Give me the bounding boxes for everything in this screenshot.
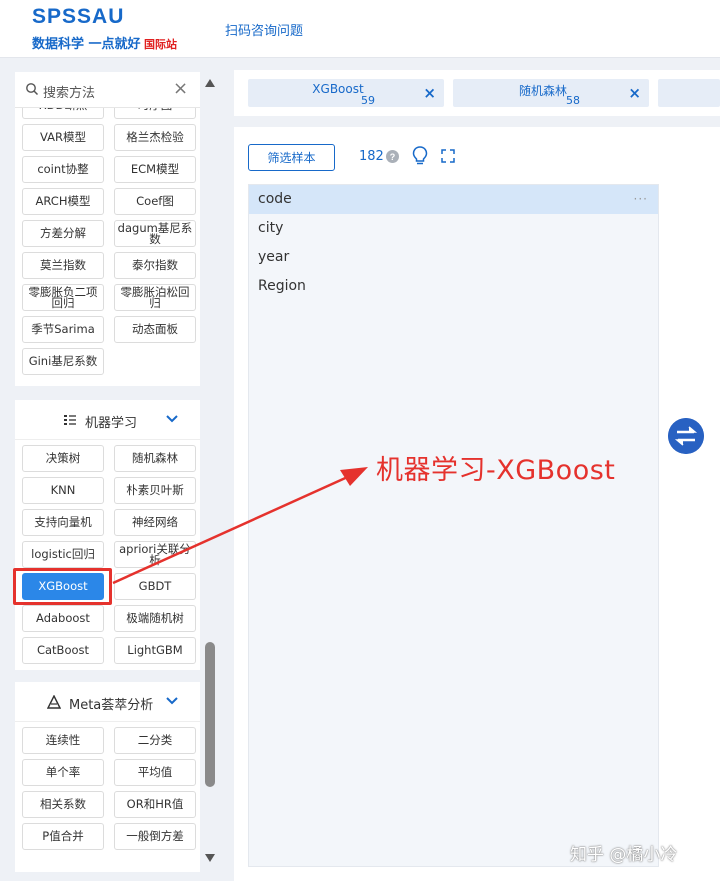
variable-panel: 筛选样本 182 ? code ··· city year Region (234, 127, 720, 881)
method-button[interactable]: 方差分解 (22, 220, 104, 247)
annotation-label: 机器学习-XGBoost (376, 455, 616, 486)
chevron-down-icon[interactable] (165, 414, 179, 424)
section-divider (15, 670, 200, 682)
variable-item[interactable]: year (249, 243, 658, 272)
meta-section: 连续性 二分类 单个率 平均值 相关系数 OR和HR值 P值合并 一般倒方差 (15, 722, 200, 872)
tab-count: 58 (566, 94, 580, 107)
app-header: SPSSAU 数据科学 一点就好 国际站 扫码咨询问题 (0, 0, 720, 58)
method-tabs: XGBoost 59 × 随机森林 58 × (234, 70, 720, 116)
meta-method-button[interactable]: 二分类 (114, 727, 196, 754)
search-input[interactable]: 搜索方法 (43, 82, 95, 101)
tab-count: 59 (361, 94, 375, 107)
help-icon[interactable]: ? (386, 150, 399, 163)
variable-list: code ··· city year Region (248, 184, 659, 867)
logo[interactable]: SPSSAU (32, 5, 124, 29)
filter-samples-button[interactable]: 筛选样本 (248, 144, 335, 171)
lightbulb-icon[interactable] (412, 146, 428, 166)
method-button[interactable]: 格兰杰检验 (114, 124, 196, 151)
method-button[interactable]: Coef图 (114, 188, 196, 215)
method-button[interactable]: coint协整 (22, 156, 104, 183)
list-settings-icon (64, 415, 76, 425)
close-icon[interactable]: × (628, 84, 641, 102)
intl-site-link[interactable]: 国际站 (144, 36, 177, 52)
ml-method-button[interactable]: logistic回归 (22, 541, 104, 568)
ml-method-button[interactable]: 神经网络 (114, 509, 196, 536)
ml-method-button[interactable]: 决策树 (22, 445, 104, 472)
consult-link[interactable]: 扫码咨询问题 (225, 20, 303, 39)
ml-method-button[interactable]: 朴素贝叶斯 (114, 477, 196, 504)
meta-method-button[interactable]: 连续性 (22, 727, 104, 754)
method-button[interactable]: 动态面板 (114, 316, 196, 343)
tab-random-forest[interactable]: 随机森林 58 × (453, 79, 649, 107)
variable-name: code (258, 191, 292, 207)
ml-method-button[interactable]: 随机森林 (114, 445, 196, 472)
close-icon[interactable]: × (173, 78, 188, 99)
logo-slogan: 数据科学 一点就好 (32, 37, 141, 52)
sample-count: 182 (359, 149, 384, 164)
panel-scrollbar[interactable] (202, 72, 218, 872)
method-button[interactable]: ECM模型 (114, 156, 196, 183)
more-icon[interactable]: ··· (634, 185, 648, 214)
method-button[interactable]: 季节Sarima (22, 316, 104, 343)
scroll-down-icon[interactable] (204, 853, 216, 863)
method-button[interactable]: 零膨胀泊松回归 (114, 284, 196, 311)
variable-item[interactable]: Region (249, 272, 658, 301)
variable-name: Region (258, 278, 306, 294)
meta-method-button[interactable]: 单个率 (22, 759, 104, 786)
method-button[interactable]: 泰尔指数 (114, 252, 196, 279)
meta-method-button[interactable]: 平均值 (114, 759, 196, 786)
tab-xgboost[interactable]: XGBoost 59 × (248, 79, 444, 107)
watermark: 知乎 @橘小冷 (570, 845, 678, 865)
ml-method-button[interactable]: KNN (22, 477, 104, 504)
method-button[interactable]: dagum基尼系数 (114, 220, 196, 247)
variable-name: year (258, 249, 290, 265)
ml-method-button[interactable]: CatBoost (22, 637, 104, 664)
method-button[interactable]: 莫兰指数 (22, 252, 104, 279)
expand-icon[interactable] (441, 149, 455, 163)
variable-item[interactable]: city (249, 214, 658, 243)
scroll-up-icon[interactable] (204, 78, 216, 88)
swap-icon[interactable] (668, 418, 704, 454)
ml-section: 决策树 随机森林 KNN 朴素贝叶斯 支持向量机 神经网络 logistic回归 aprior… (15, 440, 200, 670)
ml-method-button[interactable]: LightGBM (114, 637, 196, 664)
variable-name: city (258, 220, 284, 236)
highlight-box (13, 568, 112, 605)
method-button[interactable]: VAR模型 (22, 124, 104, 151)
ml-method-button[interactable]: 极端随机树 (114, 605, 196, 632)
tab-more[interactable] (658, 79, 720, 107)
ml-method-button[interactable]: apriori关联分析 (114, 541, 196, 568)
meta-method-button[interactable]: 相关系数 (22, 791, 104, 818)
ml-section-title: 机器学习 (85, 416, 138, 431)
svg-text:?: ? (390, 152, 396, 162)
meta-method-button[interactable]: OR和HR值 (114, 791, 196, 818)
close-icon[interactable]: × (423, 84, 436, 102)
time-series-section: RDD断点时序图VAR模型格兰杰检验coint协整ECM模型ARCH模型Coef… (15, 92, 200, 386)
ml-method-button[interactable]: Adaboost (22, 605, 104, 632)
meta-method-button[interactable]: 一般倒方差 (114, 823, 196, 850)
ml-method-button[interactable]: GBDT (114, 573, 196, 600)
ml-method-button[interactable]: 支持向量机 (22, 509, 104, 536)
section-divider (15, 386, 200, 400)
method-button[interactable]: ARCH模型 (22, 188, 104, 215)
method-button[interactable]: 零膨胀负二项回归 (22, 284, 104, 311)
meta-method-button[interactable]: P值合并 (22, 823, 104, 850)
meta-section-header[interactable]: Meta荟萃分析 (15, 682, 200, 722)
search-icon (26, 83, 39, 96)
triangle-icon (47, 695, 61, 709)
ml-section-header[interactable]: 机器学习 (15, 400, 200, 440)
chevron-down-icon[interactable] (165, 696, 179, 706)
method-search[interactable]: 搜索方法 × (15, 72, 200, 108)
variable-item[interactable]: code ··· (249, 185, 658, 214)
method-panel: 搜索方法 × RDD断点时序图VAR模型格兰杰检验coint协整ECM模型ARC… (15, 72, 220, 872)
meta-section-title: Meta荟萃分析 (69, 698, 154, 713)
scroll-thumb[interactable] (205, 642, 215, 787)
method-button[interactable]: Gini基尼系数 (22, 348, 104, 375)
